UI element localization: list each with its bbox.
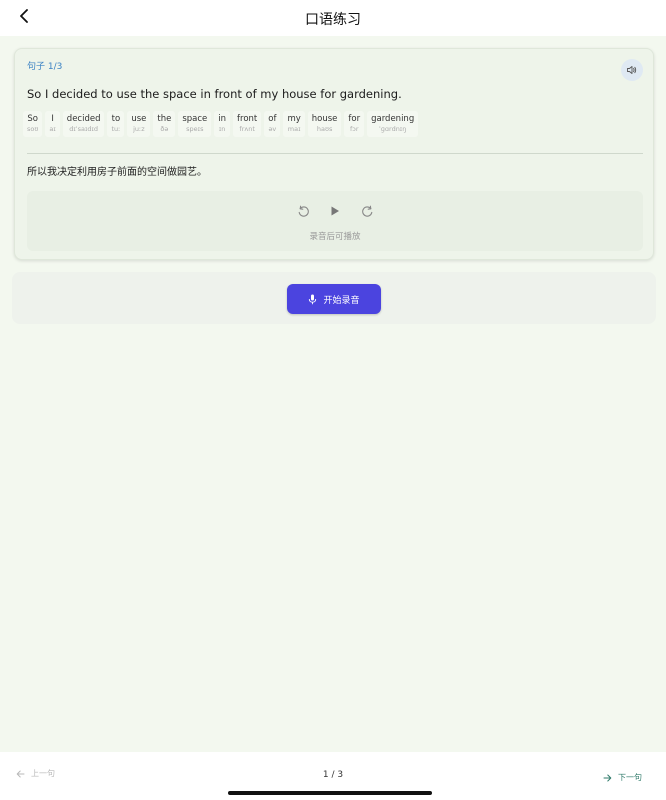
speaker-button[interactable] [621,59,643,81]
word-phonetic: juːz [133,125,145,133]
bottom-bar: 上一句 1 / 3 下一句 [0,752,666,800]
word-phonetic: fɔr [350,125,359,133]
home-indicator [228,791,432,795]
microphone-icon [309,294,317,304]
sentence-text: So I decided to use the space in front o… [27,87,402,101]
translation-text: 所以我决定利用房子前面的空间做园艺。 [27,167,207,178]
page-title: 口语练习 [305,12,361,28]
rewind-icon [298,205,309,217]
word-text: for [348,114,361,124]
word-text: to [111,114,121,124]
word-phonetic: dɪˈsaɪdɪd [69,125,99,133]
word-chip[interactable]: for fɔr [344,111,365,137]
word-chip[interactable]: decided dɪˈsaɪdɪd [62,111,105,137]
arrow-right-icon [603,774,612,781]
play-icon [331,206,339,216]
word-chip[interactable]: space speɪs [178,111,212,137]
record-panel: 开始录音 [12,272,656,324]
word-chip[interactable]: I aɪ [45,111,60,137]
recording-player: 录音后可播放 [27,191,643,251]
word-chip[interactable]: my maɪ [283,111,305,137]
word-phonetic: əv [268,125,277,133]
forward-button[interactable] [359,203,375,219]
word-text: space [182,114,208,124]
word-text: front [237,114,258,124]
word-text: gardening [371,114,415,124]
word-phonetic: ðə [160,125,169,133]
rewind-button[interactable] [295,203,311,219]
page-count: 1 / 3 [322,770,344,780]
word-chip[interactable]: gardening ˈɡɑrdnɪŋ [367,111,419,137]
word-phonetic: aɪ [49,125,56,133]
word-chip[interactable]: house haʊs [307,111,342,137]
word-phonetic: ˈɡɑrdnɪŋ [378,125,407,133]
word-phonetic: haʊs [316,125,333,133]
start-recording-button[interactable]: 开始录音 [287,284,381,314]
word-chip[interactable]: front frʌnt [233,111,262,137]
speaker-icon [627,66,637,74]
divider [27,153,643,154]
word-phonetic: soʊ [27,125,39,133]
word-text: So [27,114,38,124]
word-phonetic: ɪn [218,125,226,133]
word-text: in [218,114,227,124]
word-chip[interactable]: in ɪn [214,111,231,137]
word-text: I [51,114,54,124]
sentence-index: 句子 1/3 [27,62,63,72]
word-phonetic: tuː [111,125,121,133]
word-chip[interactable]: use juːz [127,111,151,137]
next-sentence-button[interactable]: 下一句 [603,772,642,783]
word-text: decided [66,114,101,124]
word-list: So soʊ I aɪ decided dɪˈsaɪdɪd to tuː use… [23,111,419,137]
sentence-card: 句子 1/3 So I decided to use the space in … [14,48,654,260]
word-text: of [268,114,277,124]
word-phonetic: maɪ [287,125,301,133]
word-text: my [287,114,301,124]
word-text: use [131,114,147,124]
forward-icon [361,205,372,217]
word-chip[interactable]: So soʊ [23,111,43,137]
word-text: house [311,114,338,124]
word-phonetic: speɪs [186,125,204,133]
play-button[interactable] [327,203,343,219]
word-phonetic: frʌnt [239,125,255,133]
word-text: the [157,114,172,124]
top-bar: 口语练习 [0,0,666,36]
player-controls [27,203,643,219]
player-hint: 录音后可播放 [309,232,361,242]
next-sentence-label: 下一句 [618,773,642,782]
word-chip[interactable]: the ðə [153,111,176,137]
start-recording-label: 开始录音 [323,295,360,306]
word-chip[interactable]: to tuː [107,111,125,137]
word-chip[interactable]: of əv [264,111,281,137]
